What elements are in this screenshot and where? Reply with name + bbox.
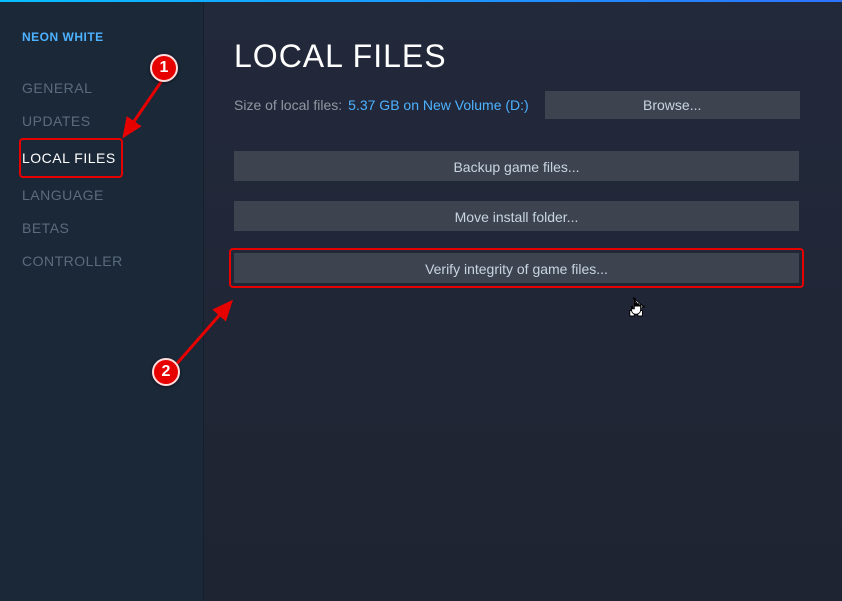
- sidebar-item-updates[interactable]: UPDATES: [22, 105, 91, 137]
- move-folder-button[interactable]: Move install folder...: [234, 201, 799, 231]
- annotation-highlight-1: LOCAL FILES: [19, 138, 123, 178]
- annotation-badge-1: 1: [150, 54, 178, 82]
- sidebar-item-language[interactable]: LANGUAGE: [22, 179, 104, 211]
- cursor-icon: [628, 296, 646, 318]
- page-title: LOCAL FILES: [234, 38, 804, 75]
- verify-files-button[interactable]: Verify integrity of game files...: [234, 253, 799, 283]
- sidebar-item-local-files[interactable]: LOCAL FILES: [22, 142, 116, 174]
- app-title: NEON WHITE: [22, 30, 203, 44]
- size-label: Size of local files:: [234, 97, 342, 113]
- sidebar: NEON WHITE GENERAL UPDATES LOCAL FILES L…: [0, 2, 204, 601]
- backup-button[interactable]: Backup game files...: [234, 151, 799, 181]
- sidebar-item-general[interactable]: GENERAL: [22, 72, 92, 104]
- size-value: 5.37 GB on New Volume (D:): [348, 97, 529, 113]
- annotation-badge-2: 2: [152, 358, 180, 386]
- annotation-highlight-2: Verify integrity of game files...: [229, 248, 804, 288]
- content-panel: LOCAL FILES Size of local files: 5.37 GB…: [204, 2, 842, 601]
- sidebar-item-betas[interactable]: BETAS: [22, 212, 69, 244]
- browse-button[interactable]: Browse...: [545, 91, 800, 119]
- size-row: Size of local files: 5.37 GB on New Volu…: [234, 91, 804, 119]
- sidebar-item-controller[interactable]: CONTROLLER: [22, 245, 123, 277]
- main-container: NEON WHITE GENERAL UPDATES LOCAL FILES L…: [0, 2, 842, 601]
